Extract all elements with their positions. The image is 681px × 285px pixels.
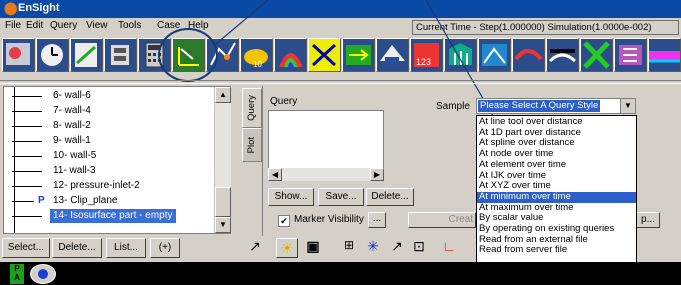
current-time-readout: Current Time - Step(1.000000) Simulation… [412,20,679,35]
query-title: Query [270,96,298,107]
menu-tools[interactable]: Tools [118,20,141,31]
select-arrow-icon[interactable]: ↗ [244,238,266,258]
svg-text:10: 10 [253,60,262,69]
menu-file[interactable]: File [5,20,21,31]
menu-view[interactable]: View [86,20,108,31]
time-icon[interactable] [36,38,69,72]
delete-part-button[interactable]: Delete... [52,238,102,258]
scroll-thumb[interactable] [215,187,231,217]
scroll-up-icon[interactable]: ▲ [215,87,231,103]
separator [0,80,681,84]
light-icon[interactable]: ☀ [276,238,298,258]
delete-query-button[interactable]: Delete... [366,188,414,206]
tree-item-selected[interactable]: 14- Isosurface part - empty [4,209,214,223]
annotation-icon[interactable] [70,38,103,72]
more-icon[interactable] [648,38,681,72]
elevated-surface-icon[interactable] [376,38,409,72]
marker-more-button[interactable]: ... [368,212,386,228]
tree-item[interactable]: 12- pressure-inlet-2 [4,179,214,193]
scroll-down-icon[interactable]: ▼ [215,217,231,233]
scroll-right-icon[interactable]: ▶ [370,168,384,181]
tab-query[interactable]: Query [242,88,262,128]
more-options-button[interactable]: p... [636,212,660,228]
list-button[interactable]: List... [106,238,146,258]
frame-icon[interactable] [104,38,137,72]
query-hscrollbar[interactable]: ◀ ▶ [268,168,384,181]
sample-option[interactable]: At element over time [477,159,636,171]
ensight-logo-icon: ⬤ [4,1,18,15]
window-title: EnSight [18,2,60,14]
sample-dropdown[interactable]: Please Select A Query Style ▼ [476,98,636,114]
tree-item[interactable]: 6- wall-6 [4,89,214,103]
tree-item[interactable]: 8- wall-2 [4,119,214,133]
eye-icon[interactable] [30,264,56,284]
sample-option-highlighted[interactable]: At minimum over time [477,191,636,203]
contour-icon[interactable]: 123 [410,38,443,72]
pa-badge-icon[interactable]: PA [10,264,24,284]
tree-item[interactable]: 10- wall-5 [4,149,214,163]
axis-icon[interactable]: ✳ [362,238,384,258]
axis-triad-icon[interactable]: ∟ [438,238,460,258]
tree-item[interactable]: P 13- Clip_plane [4,194,214,208]
vector-arrow-icon[interactable] [342,38,375,72]
subset-icon[interactable] [580,38,613,72]
save-button[interactable]: Save... [318,188,364,206]
menu-edit[interactable]: Edit [26,20,43,31]
box-icon[interactable]: ▣ [302,238,324,258]
highlight-circle [158,28,218,82]
color-icon[interactable] [274,38,307,72]
show-button[interactable]: Show... [268,188,314,206]
select-button[interactable]: Select... [2,238,50,258]
part-tree[interactable]: 6- wall-6 7- wall-4 8- wall-2 9- wall-1 … [3,86,231,234]
viewport-strip [0,262,681,285]
streamline-icon[interactable] [546,38,579,72]
part-info-icon[interactable] [2,38,35,72]
marker-visibility-label: Marker Visibility [294,214,364,225]
tree-scrollbar[interactable]: ▲ ▼ [214,87,231,233]
add-button[interactable]: (+) [150,238,180,258]
tree-item[interactable]: 7- wall-4 [4,104,214,118]
arrow-icon[interactable]: ↗ [386,238,408,258]
tab-plot[interactable]: Plot [242,128,262,162]
tree-item[interactable]: 11- wall-3 [4,164,214,178]
grid-icon[interactable]: ⊞ [338,238,360,258]
zoom-icon[interactable]: ⊡ [408,238,430,258]
title-bar: ⬤ EnSight [0,0,681,18]
clip-marker-badge: P [38,195,45,206]
menu-query[interactable]: Query [50,20,77,31]
sample-selected-value: Please Select A Query Style [478,100,601,112]
marker-visibility-checkbox[interactable]: ✔ [278,215,290,227]
create-button[interactable]: Creat [408,212,476,228]
particle-trace-icon[interactable] [444,38,477,72]
tree-item[interactable]: 9- wall-1 [4,134,214,148]
tab-divider [262,86,263,236]
svg-text:123: 123 [416,57,431,67]
render-icon[interactable] [512,38,545,72]
sample-option[interactable]: Read from server file [477,245,636,256]
sample-label: Sample [436,101,470,112]
clip-icon[interactable] [308,38,341,72]
sample-dropdown-list[interactable]: At line tool over distance At 1D part ov… [476,115,637,268]
scroll-left-icon[interactable]: ◀ [268,168,282,181]
flipbook-icon[interactable] [478,38,511,72]
material-icon[interactable] [614,38,647,72]
chevron-down-icon[interactable]: ▼ [620,99,635,113]
isosurface-icon[interactable]: 10 [240,38,273,72]
